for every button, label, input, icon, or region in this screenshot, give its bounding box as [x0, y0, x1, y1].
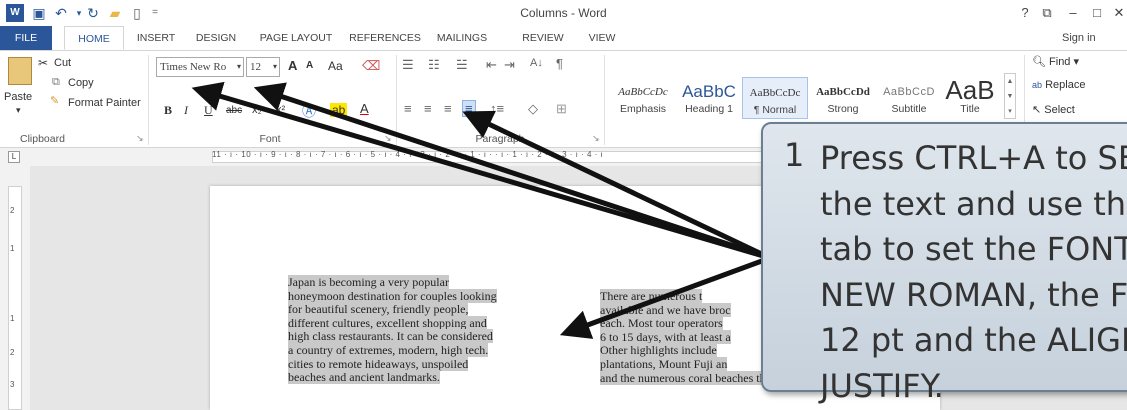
arrow-to-size-box [253, 82, 771, 261]
callout-line: tab to set the FONT to [820, 230, 1127, 268]
callout-line: 12 pt and the ALIGNM [820, 321, 1127, 359]
callout-step-number: 1 [784, 136, 805, 174]
callout-text: Press CTRL+A to SELE the text and use th… [820, 136, 1127, 409]
arrow-to-text [559, 255, 771, 339]
callout-line: the text and use the H [820, 184, 1127, 223]
arrow-to-justify [462, 110, 772, 261]
arrow-to-font-box [191, 81, 771, 261]
callout-line: NEW ROMAN, the FO [820, 275, 1127, 314]
callout-line: JUSTIFY. [820, 366, 944, 405]
callout-line: Press CTRL+A to SELE [820, 139, 1127, 177]
